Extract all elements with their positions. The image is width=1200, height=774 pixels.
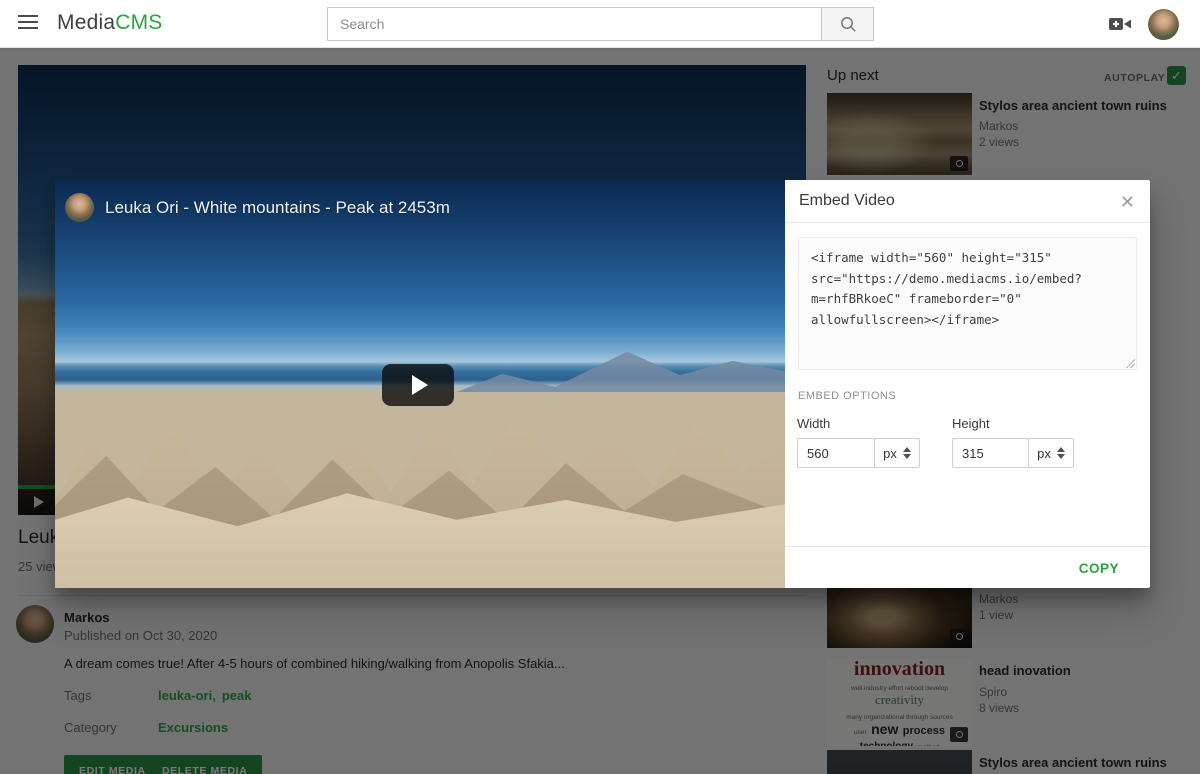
embed-preview-player[interactable]: Leuka Ori - White mountains - Peak at 24… (55, 180, 785, 588)
logo-accent: CMS (115, 11, 162, 34)
modal-header: Embed Video ✕ (785, 180, 1150, 223)
embed-video-modal: Leuka Ori - White mountains - Peak at 24… (55, 180, 1150, 588)
upload-video-icon[interactable] (1108, 15, 1132, 33)
search-icon (839, 15, 857, 33)
search-input[interactable] (327, 7, 821, 41)
height-label: Height (952, 416, 990, 431)
user-avatar[interactable] (1148, 9, 1179, 40)
embed-options-label: EMBED OPTIONS (798, 390, 896, 402)
embed-options-panel: Embed Video ✕ <iframe width="560" height… (785, 180, 1150, 588)
width-input[interactable] (797, 438, 875, 468)
width-label: Width (797, 416, 830, 431)
top-header: MediaCMS (0, 0, 1200, 48)
mountain-scene (457, 327, 786, 392)
logo[interactable]: MediaCMS (57, 11, 162, 35)
search-button[interactable] (821, 7, 874, 41)
height-input[interactable] (952, 438, 1029, 468)
width-unit-select[interactable]: px (874, 438, 920, 468)
search-bar (327, 7, 874, 41)
play-icon (412, 375, 428, 395)
embed-code-textarea[interactable]: <iframe width="560" height="315" src="ht… (798, 237, 1137, 370)
resize-handle[interactable] (1126, 359, 1135, 368)
preview-author-avatar (65, 193, 94, 222)
width-unit-value: px (883, 446, 897, 461)
play-button[interactable] (382, 364, 454, 406)
stepper-arrows-icon (903, 447, 911, 459)
menu-icon[interactable] (18, 15, 40, 33)
page: MediaCMS Leuka Ori - White mountains - P… (0, 0, 1200, 774)
copy-button[interactable]: COPY (1070, 555, 1128, 582)
height-unit-value: px (1037, 446, 1051, 461)
modal-title: Embed Video (799, 192, 895, 210)
stepper-arrows-icon (1057, 447, 1065, 459)
height-unit-select[interactable]: px (1028, 438, 1074, 468)
close-icon[interactable]: ✕ (1118, 190, 1137, 215)
modal-footer: COPY (785, 546, 1150, 588)
preview-video-title: Leuka Ori - White mountains - Peak at 24… (105, 198, 450, 218)
logo-primary: Media (57, 11, 115, 34)
